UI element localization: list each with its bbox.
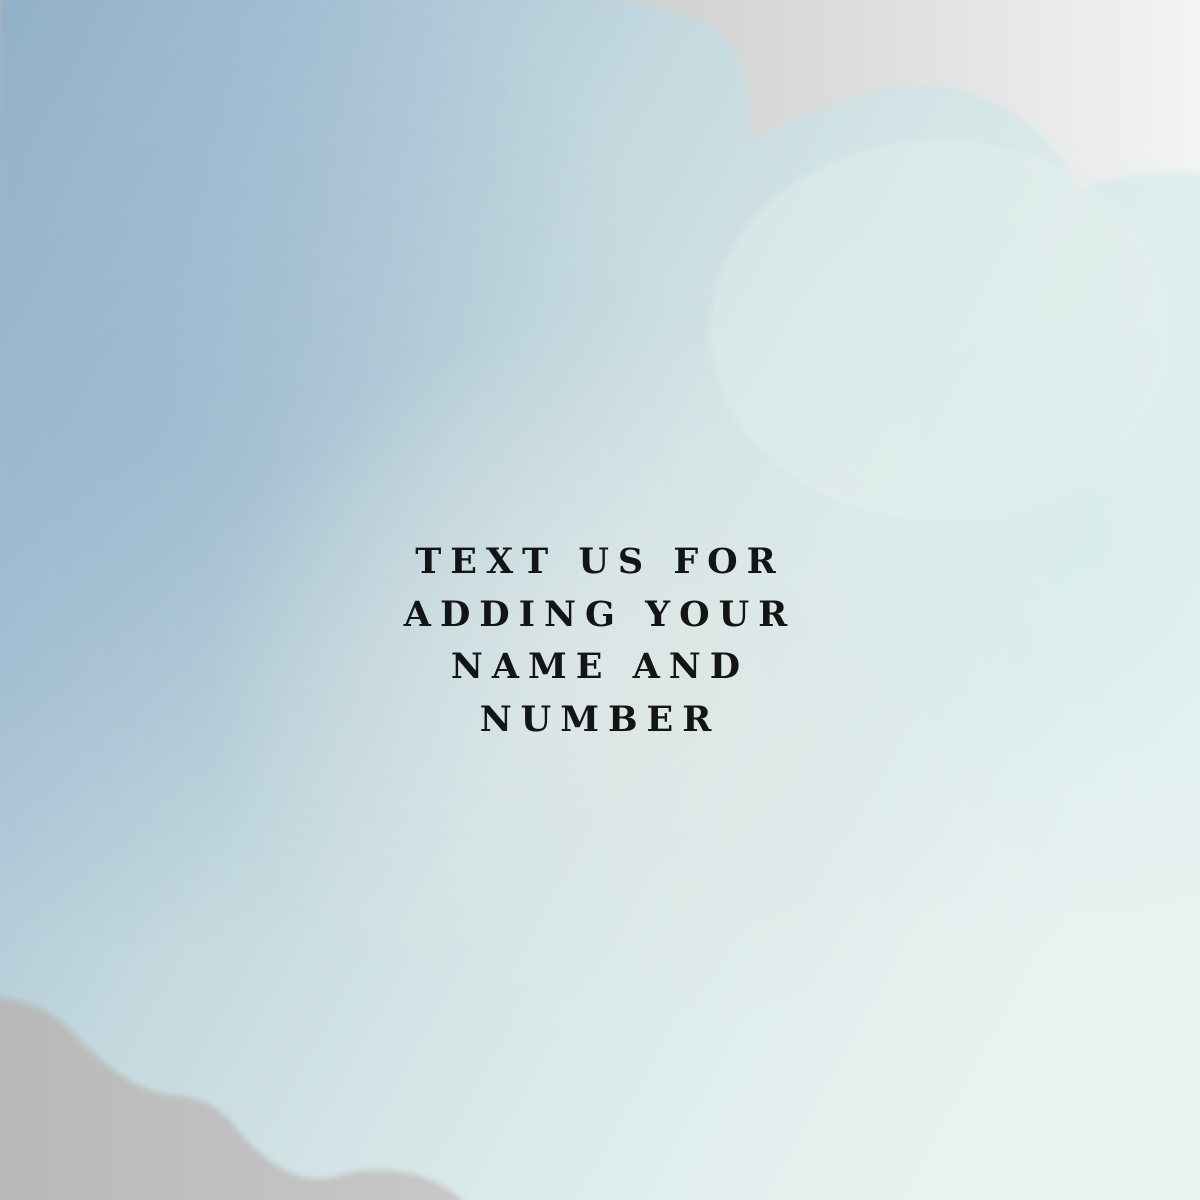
message-line: ADDING YOUR: [403, 593, 797, 635]
call-to-action-text: TEXT US FOR ADDING YOUR NAME AND NUMBER: [300, 536, 900, 746]
message-line: NUMBER: [479, 698, 721, 740]
graphic-canvas: TEXT US FOR ADDING YOUR NAME AND NUMBER: [0, 0, 1200, 1200]
message-line: TEXT US FOR: [415, 541, 785, 582]
message-line: NAME AND: [450, 646, 750, 687]
